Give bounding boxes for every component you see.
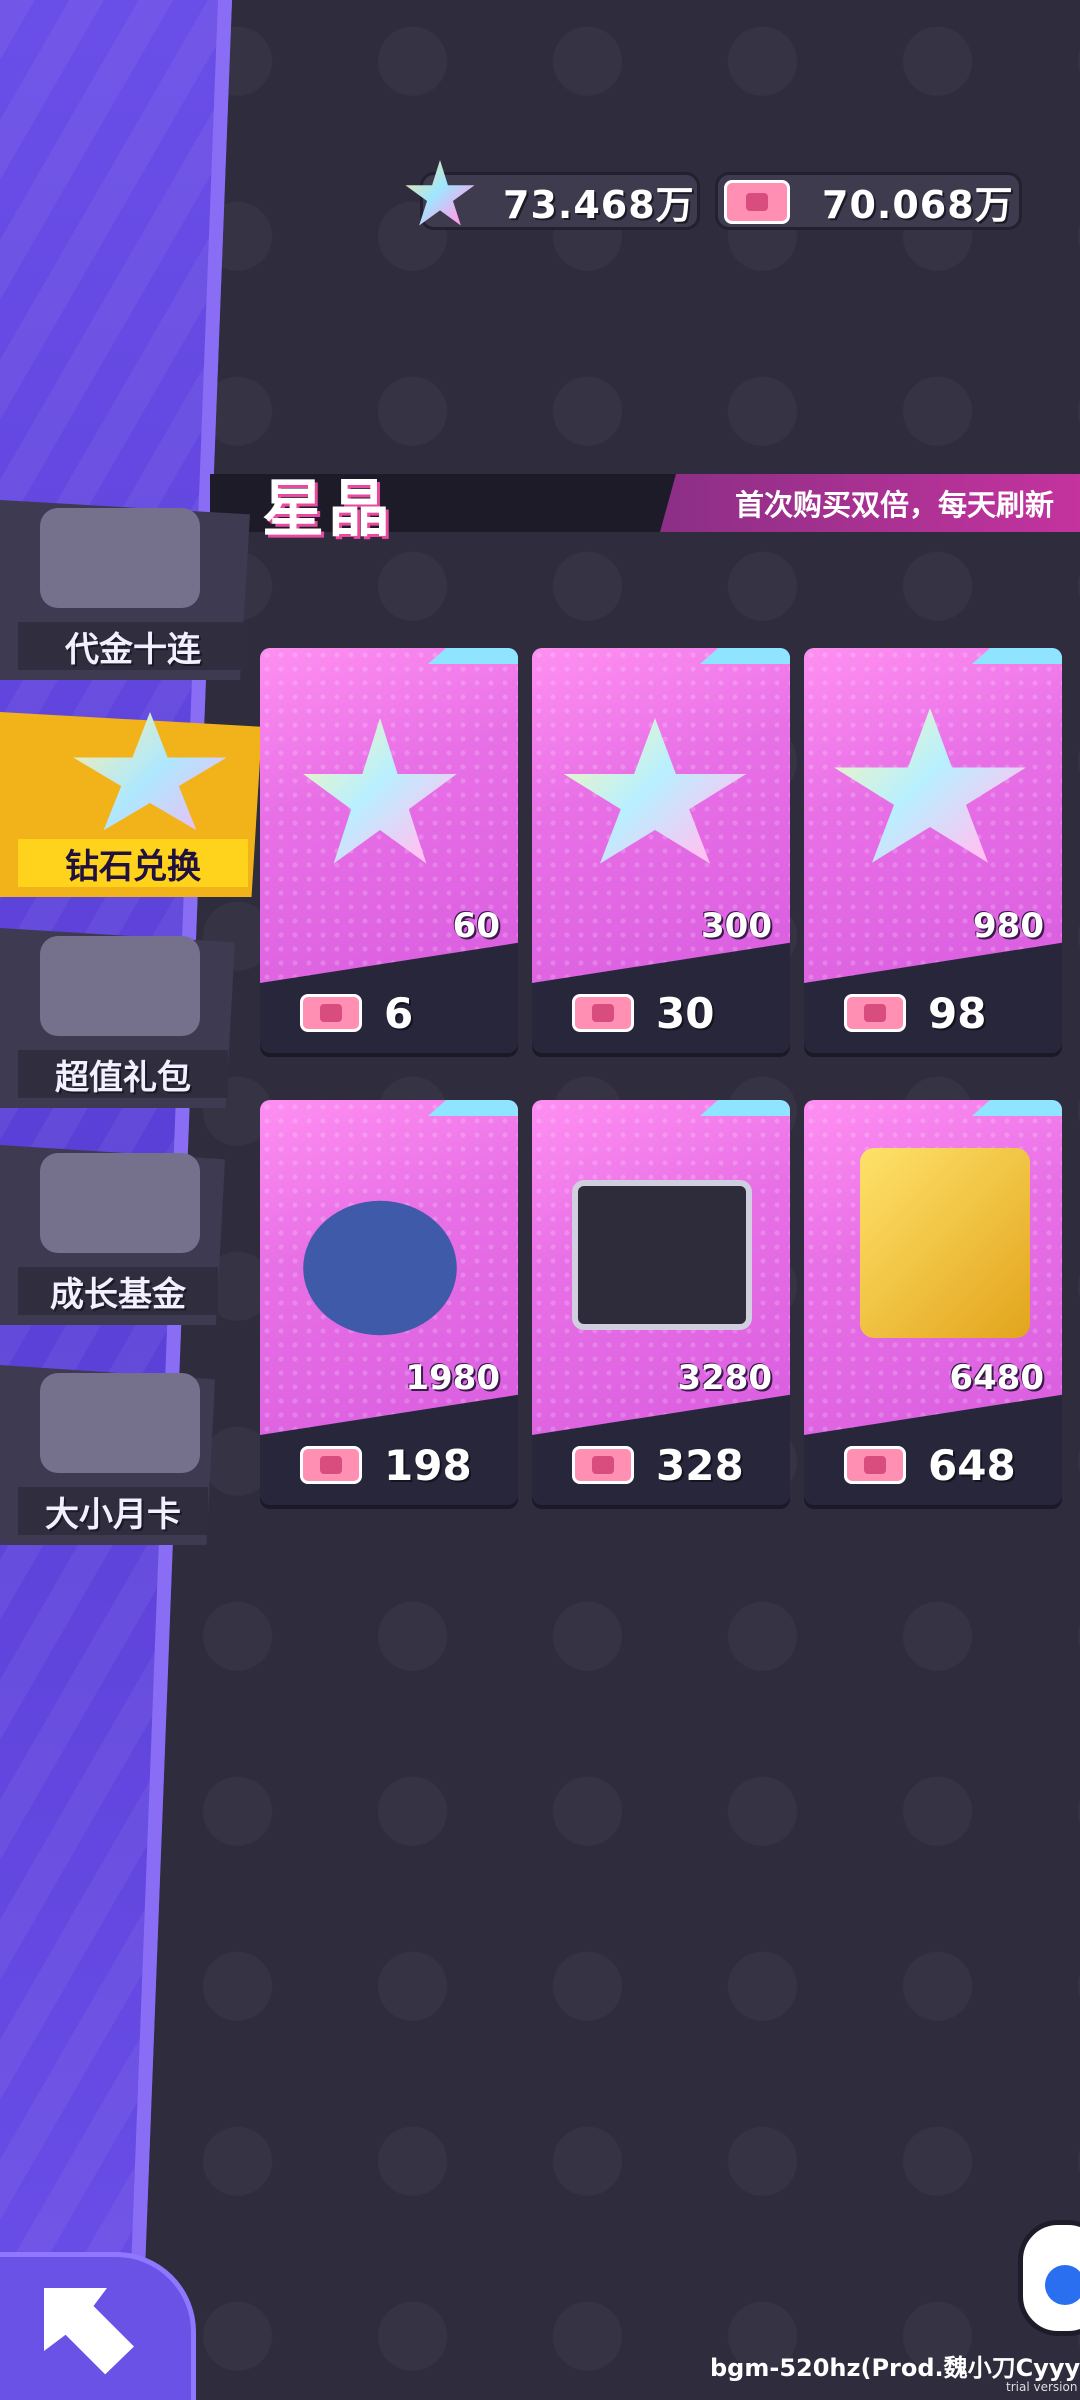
sidebar-item-growth-fund[interactable]: 成长基金 — [0, 1145, 225, 1325]
sidebar-item-label: 成长基金 — [18, 1267, 218, 1315]
star-briefcase-icon — [572, 1180, 752, 1330]
price-row: 648 — [804, 1425, 1062, 1505]
product-quantity: 980 — [973, 906, 1044, 946]
star-crystal-balance: 73.468万 — [420, 172, 700, 230]
sidebar-item-month-card[interactable]: 大小月卡 — [0, 1365, 215, 1545]
piggy-bank-icon — [40, 1153, 200, 1253]
voucher-stack-icon — [40, 508, 200, 608]
price-row: 6 — [260, 973, 518, 1053]
product-quantity: 300 — [701, 906, 772, 946]
product-card-60[interactable]: 60 6 — [260, 648, 518, 1053]
sidebar-item-voucher-ten[interactable]: 代金十连 — [0, 500, 250, 680]
cat-ticket-icon — [300, 994, 362, 1032]
product-quantity: 6480 — [949, 1358, 1044, 1398]
section-note-text: 首次购买双倍，每天刷新 — [734, 488, 1054, 522]
price-row: 98 — [804, 973, 1062, 1053]
product-price: 30 — [656, 988, 715, 1038]
sidebar-item-label: 超值礼包 — [18, 1050, 228, 1098]
section-note-banner: 首次购买双倍，每天刷新 — [660, 474, 1080, 532]
cat-ticket-icon — [572, 994, 634, 1032]
bgm-credit-text: bgm-520hz(Prod.魏小刀Cyyyy) — [710, 2354, 1080, 2382]
cat-ticket-icon — [572, 1446, 634, 1484]
product-quantity: 3280 — [677, 1358, 772, 1398]
month-card-icon — [40, 1373, 200, 1473]
sidebar-item-diamond-exchange[interactable]: 钻石兑换 — [0, 712, 262, 897]
product-quantity: 1980 — [405, 1358, 500, 1398]
sidebar-item-label: 代金十连 — [18, 622, 248, 670]
floating-assist-button[interactable] — [1018, 2220, 1080, 2336]
product-price: 648 — [928, 1440, 1016, 1490]
product-quantity: 60 — [452, 906, 500, 946]
sidebar-item-label: 钻石兑换 — [18, 839, 248, 887]
product-price: 98 — [928, 988, 987, 1038]
product-price: 198 — [384, 1440, 472, 1490]
product-card-980[interactable]: 980 98 — [804, 648, 1062, 1053]
cat-ticket-icon — [844, 994, 906, 1032]
star-safe-icon — [860, 1148, 1030, 1338]
price-row: 198 — [260, 1425, 518, 1505]
section-title: 星晶 — [262, 472, 395, 545]
ticket-value: 70.068万 — [822, 182, 1014, 227]
product-card-3280[interactable]: 3280 328 — [532, 1100, 790, 1505]
product-price: 328 — [656, 1440, 744, 1490]
sidebar-item-value-pack[interactable]: 超值礼包 — [0, 928, 235, 1108]
cat-ticket-icon — [300, 1446, 362, 1484]
cat-ticket-icon — [724, 180, 790, 224]
price-row: 30 — [532, 973, 790, 1053]
gift-bag-icon — [40, 936, 200, 1036]
product-card-300[interactable]: 300 30 — [532, 648, 790, 1053]
product-card-6480[interactable]: 6480 648 — [804, 1100, 1062, 1505]
product-price: 6 — [384, 988, 414, 1038]
product-card-1980[interactable]: 1980 198 — [260, 1100, 518, 1505]
trial-version-label: trial version — [1006, 2380, 1078, 2394]
sidebar-item-label: 大小月卡 — [18, 1487, 208, 1535]
star-crystal-value: 73.468万 — [503, 182, 695, 227]
cat-ticket-icon — [844, 1446, 906, 1484]
price-row: 328 — [532, 1425, 790, 1505]
